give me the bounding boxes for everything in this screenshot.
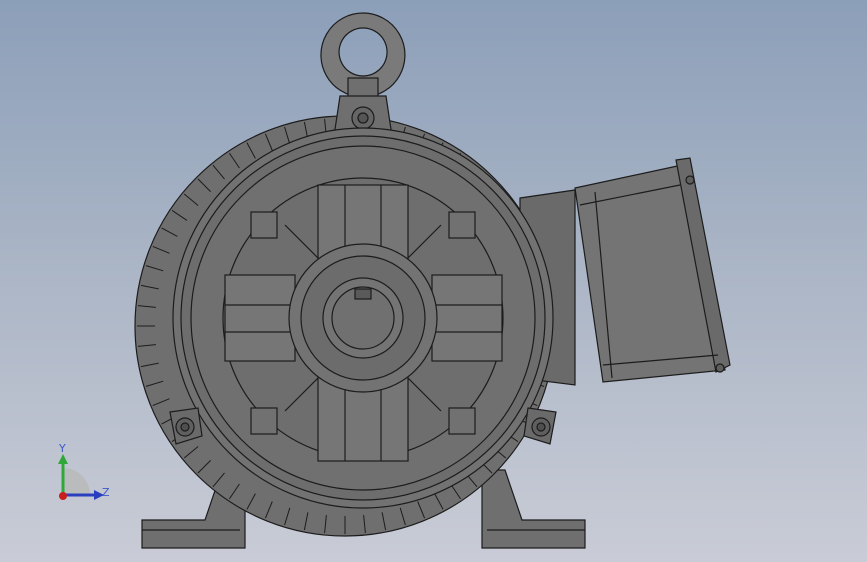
terminal-box[interactable] (519, 157, 731, 386)
motor-foot-right[interactable] (481, 469, 586, 549)
x-axis-origin (59, 492, 67, 500)
triad-plane (63, 468, 90, 495)
shaft-key (354, 288, 372, 300)
motor-model[interactable] (0, 0, 867, 562)
z-axis-label: Z (102, 486, 110, 499)
y-axis-arrow (58, 454, 68, 464)
y-axis-label: Y (59, 442, 66, 455)
graphics-viewport[interactable]: Y Z (0, 0, 867, 562)
mounting-bolt-right[interactable] (523, 407, 557, 445)
